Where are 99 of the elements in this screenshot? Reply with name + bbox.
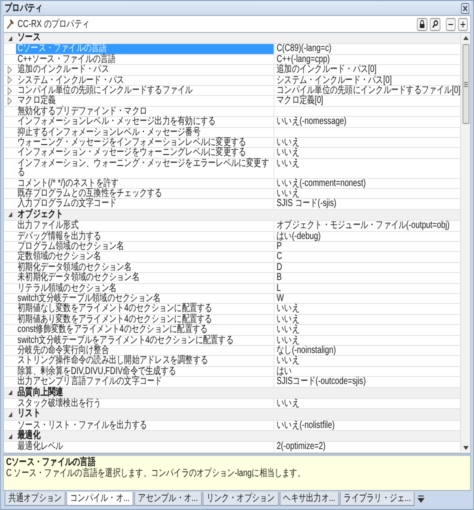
- property-name[interactable]: ウォーニング・メッセージをインフォメーションレベルに変更する: [16, 138, 274, 148]
- property-name[interactable]: ソース・リスト・ファイルを出力する: [16, 420, 274, 430]
- property-value[interactable]: 2(-optimize=2): [276, 441, 326, 452]
- property-name[interactable]: 定数領域のセクション名: [16, 252, 274, 262]
- property-value[interactable]: 追加のインクルード・パス[0]: [276, 64, 377, 76]
- collapse-triangle-icon[interactable]: [8, 389, 13, 396]
- property-value[interactable]: いいえ: [276, 334, 300, 346]
- property-value[interactable]: いいえ: [276, 147, 300, 158]
- property-value[interactable]: いいえ: [276, 398, 300, 409]
- property-name[interactable]: プログラム領域のセクション名: [16, 242, 274, 252]
- property-value[interactable]: なし(-noinstalign): [276, 344, 336, 356]
- property-value[interactable]: B: [276, 272, 282, 284]
- property-name[interactable]: 除算、剰余算をDIV,DIVU,FDIV命令で生成する: [16, 366, 274, 376]
- scroll-down-icon[interactable]: [462, 446, 468, 450]
- property-value[interactable]: オブジェクト・モジュール・ファイル(-output=obj): [276, 220, 450, 232]
- property-name[interactable]: リテラル領域のセクション名: [16, 284, 274, 293]
- property-name[interactable]: デバッグ情報を出力する: [16, 232, 274, 241]
- tab[interactable]: リンク・オプション: [202, 492, 279, 506]
- property-value[interactable]: はい(-debug): [276, 230, 321, 242]
- property-name[interactable]: const修飾変数をアライメント4のセクションに配置する: [16, 325, 274, 335]
- tab[interactable]: ライブラリ・ジェ...: [340, 492, 415, 506]
- property-name[interactable]: 無効化するプリデファインド・マクロ: [16, 106, 274, 116]
- vertical-scrollbar[interactable]: [460, 33, 470, 453]
- property-value[interactable]: いいえ(-nomessage): [276, 116, 346, 128]
- description-title: Cソース・ファイルの言語: [6, 457, 96, 468]
- property-value[interactable]: P: [276, 240, 282, 252]
- property-name[interactable]: switch文分岐テーブル領域のセクション名: [16, 294, 274, 304]
- property-name[interactable]: インフォメーションレベル・メッセージ出力を有効にする: [16, 117, 274, 127]
- property-value[interactable]: いいえ: [276, 136, 300, 148]
- property-value[interactable]: いいえ: [276, 314, 300, 325]
- property-name[interactable]: 初期値あり変数をアライメント4のセクションに配置する: [16, 314, 274, 324]
- scroll-thumb[interactable]: [462, 44, 469, 124]
- tab[interactable]: アセンブル・オ...: [134, 492, 202, 506]
- property-name[interactable]: ストリング操作命令の読み出し開始アドレスを調整する: [16, 356, 274, 366]
- section-header[interactable]: リスト: [4, 409, 460, 421]
- property-name[interactable]: コメント(/* */)のネストを許す: [16, 178, 274, 188]
- window-title: プロパティ: [4, 1, 43, 15]
- property-name[interactable]: 初期化データ領域のセクション名: [16, 262, 274, 272]
- tab[interactable]: 共通オプション: [4, 492, 66, 506]
- property-name[interactable]: マクロ定義: [16, 96, 274, 106]
- property-name[interactable]: コンパイル単位の先頭にインクルードするファイル: [16, 86, 274, 96]
- property-value[interactable]: いいえ: [276, 188, 300, 199]
- lock-button[interactable]: [416, 18, 428, 30]
- property-value[interactable]: C++(-lang=cpp): [276, 54, 330, 65]
- property-value[interactable]: いいえ(-nolistfile): [276, 420, 335, 431]
- section-title: 最適化: [18, 431, 40, 442]
- tab-list-dropdown-icon[interactable]: [418, 494, 425, 503]
- property-name[interactable]: 最適化レベル: [16, 442, 274, 452]
- collapse-button[interactable]: [446, 18, 456, 30]
- property-value[interactable]: いいえ: [276, 355, 300, 366]
- tab[interactable]: ヘキサ出力オ...: [279, 492, 340, 506]
- property-name[interactable]: インフォメーション・メッセージをウォーニングレベルに変更する: [16, 148, 274, 158]
- property-value[interactable]: C: [276, 251, 282, 262]
- property-value[interactable]: システム・インクルード・パス[0]: [276, 74, 392, 86]
- toolbar-title: CC-RX のプロパティ: [18, 18, 90, 31]
- property-value[interactable]: SJIS コード(-sjis): [276, 198, 336, 210]
- property-value[interactable]: いいえ(-comment=nonest): [276, 178, 366, 189]
- property-name[interactable]: スタック破壊検出を行う: [16, 398, 274, 408]
- collapse-triangle-icon[interactable]: [8, 211, 13, 218]
- property-name[interactable]: 入力プログラムの文字コード: [16, 199, 274, 209]
- property-name[interactable]: 出力アセンブリ言語ファイルの文字コード: [16, 377, 274, 387]
- property-name[interactable]: インフォメーション、ウォーニング・メッセージをエラーレベルに変更する: [16, 158, 274, 178]
- section-title: ソース: [18, 33, 40, 44]
- property-value[interactable]: いいえ: [276, 158, 300, 169]
- tab[interactable]: コンパイル・オ...: [66, 492, 134, 506]
- property-value[interactable]: コンパイル単位の先頭にインクルードするファイル[0]: [276, 84, 460, 96]
- property-value[interactable]: いいえ: [276, 303, 300, 314]
- property-name[interactable]: システム・インクルード・パス: [16, 76, 274, 85]
- property-value[interactable]: マクロ定義[0]: [276, 95, 324, 106]
- property-name[interactable]: 追加のインクルード・パス: [16, 65, 274, 75]
- section-title: オブジェクト: [18, 210, 64, 220]
- property-name[interactable]: 抑止するインフォメーションレベル・メッセージ番号: [16, 128, 274, 137]
- property-name[interactable]: switch文分岐テーブルをアライメント4のセクションに配置する: [16, 336, 274, 345]
- section-header[interactable]: 品質向上関連: [4, 388, 460, 399]
- property-name[interactable]: 既存プログラムとの互換性をチェックする: [16, 188, 274, 198]
- property-value[interactable]: L: [276, 282, 281, 294]
- property-value[interactable]: W: [276, 292, 284, 304]
- property-name[interactable]: 分岐先の命令実行向け整合: [16, 346, 274, 356]
- scroll-up-icon[interactable]: [462, 36, 468, 40]
- collapse-triangle-icon[interactable]: [8, 34, 13, 42]
- property-value[interactable]: C(C89)(-lang=c): [276, 43, 332, 54]
- property-value[interactable]: SJISコード(-outcode=sjis): [276, 376, 366, 388]
- property-value[interactable]: はい: [276, 366, 292, 377]
- expand-button[interactable]: [458, 18, 468, 30]
- hammer-icon: [6, 18, 16, 30]
- search-button[interactable]: [430, 18, 440, 30]
- property-name[interactable]: C++ソース・ファイルの言語: [16, 54, 274, 64]
- collapse-triangle-icon[interactable]: [8, 432, 13, 440]
- section-title: 品質向上関連: [18, 388, 64, 398]
- collapse-triangle-icon[interactable]: [8, 410, 13, 418]
- section-header[interactable]: ソース: [4, 33, 460, 44]
- close-icon[interactable]: [461, 2, 470, 14]
- description-text: C ソース・ファイルの言語を選択します。コンパイラのオプション-langに相当します。: [6, 468, 306, 479]
- property-value[interactable]: D: [276, 262, 282, 273]
- property-name[interactable]: 初期値なし変数をアライメント4のセクションに配置する: [16, 304, 274, 314]
- property-value[interactable]: いいえ: [276, 324, 300, 336]
- property-name[interactable]: 未初期化データ領域のセクション名: [16, 273, 274, 283]
- section-title: リスト: [18, 409, 40, 420]
- property-name[interactable]: 出力ファイル形式: [16, 221, 274, 230]
